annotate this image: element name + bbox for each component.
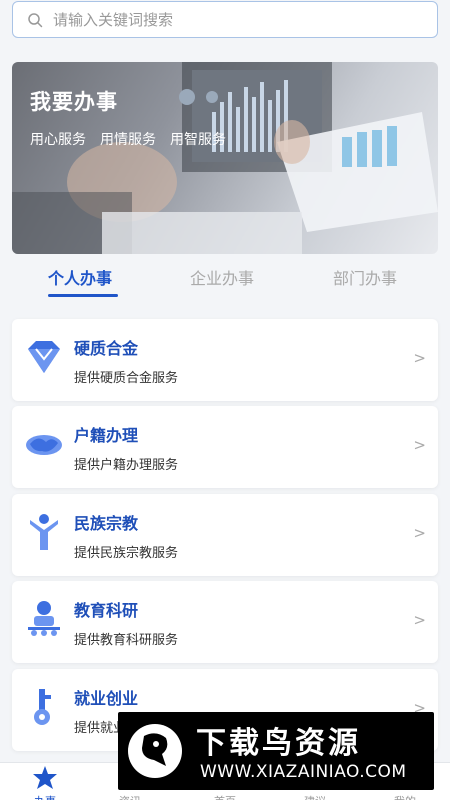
- watermark-url: WWW.XIAZAINIAO.COM: [200, 762, 407, 782]
- chevron-right-icon: >: [413, 611, 426, 629]
- card-title: 硬质合金: [74, 339, 139, 358]
- tab-enterprise[interactable]: 企业办事: [190, 265, 254, 289]
- service-card-education[interactable]: 教育科研 提供教育科研服务 >: [12, 581, 438, 663]
- nav-label: 首页: [190, 793, 260, 800]
- active-tab-indicator: [48, 294, 118, 297]
- card-description: 提供教育科研服务: [74, 633, 179, 648]
- banner-tag: 用心服务: [30, 132, 86, 148]
- category-tabs: 个人办事 企业办事 部门办事: [0, 262, 450, 302]
- tab-personal[interactable]: 个人办事: [48, 265, 112, 289]
- card-description: 提供民族宗教服务: [74, 546, 179, 561]
- chevron-right-icon: >: [413, 436, 426, 454]
- watermark-logo: [128, 724, 182, 778]
- search-icon: [28, 12, 43, 27]
- card-title: 教育科研: [74, 601, 139, 620]
- banner-tag: 用智服务: [170, 132, 226, 148]
- service-card-household[interactable]: 户籍办理 提供户籍办理服务 >: [12, 406, 438, 488]
- banner-title: 我要办事: [30, 90, 118, 114]
- banner[interactable]: 我要办事 用心服务 用情服务 用智服务: [12, 62, 438, 254]
- service-card-hardmetal[interactable]: 硬质合金 提供硬质合金服务 >: [12, 319, 438, 401]
- tab-department[interactable]: 部门办事: [333, 265, 397, 289]
- card-description: 提供硬质合金服务: [74, 371, 179, 386]
- card-description: 提供户籍办理服务: [74, 458, 179, 473]
- search-input[interactable]: [53, 10, 383, 29]
- service-card-ethnic-religion[interactable]: 民族宗教 提供民族宗教服务 >: [12, 494, 438, 576]
- card-title: 民族宗教: [74, 514, 139, 533]
- banner-tag: 用情服务: [100, 132, 156, 148]
- nav-label: 建议: [280, 793, 350, 800]
- banner-tags: 用心服务 用情服务 用智服务: [30, 129, 226, 149]
- handshake-icon: [26, 435, 62, 455]
- person-icon: [30, 514, 58, 550]
- nav-label: 资讯: [95, 793, 165, 800]
- star-icon: [33, 766, 57, 789]
- nav-label: 我的: [370, 793, 440, 800]
- chevron-right-icon: >: [413, 524, 426, 542]
- search-bar[interactable]: [12, 1, 438, 38]
- watermark-title: 下载鸟资源: [196, 726, 361, 761]
- diamond-icon: [28, 341, 60, 373]
- nav-item-services[interactable]: 办事: [10, 765, 80, 800]
- teacher-icon: [28, 601, 60, 636]
- nav-label: 办事: [10, 793, 80, 800]
- watermark: 下载鸟资源 WWW.XIAZAINIAO.COM: [118, 712, 434, 790]
- card-title: 户籍办理: [74, 426, 139, 445]
- chevron-right-icon: >: [413, 349, 426, 367]
- card-title: 就业创业: [74, 689, 139, 708]
- key-icon: [34, 689, 51, 725]
